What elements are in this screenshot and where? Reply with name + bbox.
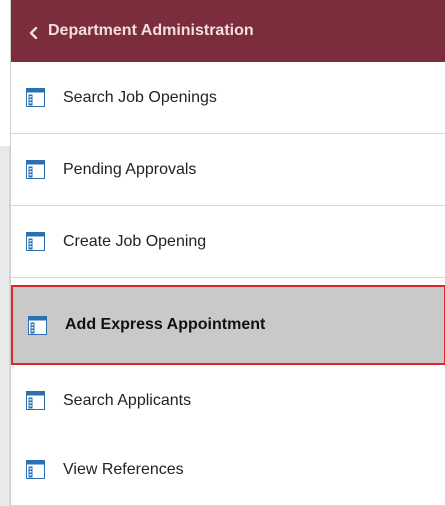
page-icon [26,160,45,179]
page-icon [28,315,47,335]
navigation-panel: Department Administration Search Job Ope… [10,0,445,506]
menu-item-label: Add Express Appointment [65,316,266,333]
menu-item-label: Search Job Openings [63,88,217,106]
menu-item-add-express-appointment[interactable]: Add Express Appointment [11,285,445,365]
menu-item-search-applicants[interactable]: Search Applicants [11,365,445,437]
page-icon [26,460,45,479]
chevron-left-icon [29,26,38,39]
menu-item-search-job-openings[interactable]: Search Job Openings [11,62,445,134]
header-title: Department Administration [48,22,254,39]
back-to-department-administration[interactable]: Department Administration [11,0,445,62]
menu-item-label: Create Job Opening [63,232,207,250]
menu-item-create-job-opening[interactable]: Create Job Opening [11,206,445,278]
menu-item-pending-approvals[interactable]: Pending Approvals [11,134,445,206]
menu-item-label: Search Applicants [63,391,192,409]
page-icon [26,88,45,107]
menu-item-label: View References [63,460,184,478]
page-icon [26,391,45,410]
page-icon [26,232,45,251]
left-strip [0,146,10,506]
menu-item-label: Pending Approvals [63,160,197,178]
menu-item-view-references[interactable]: View References [11,434,445,506]
